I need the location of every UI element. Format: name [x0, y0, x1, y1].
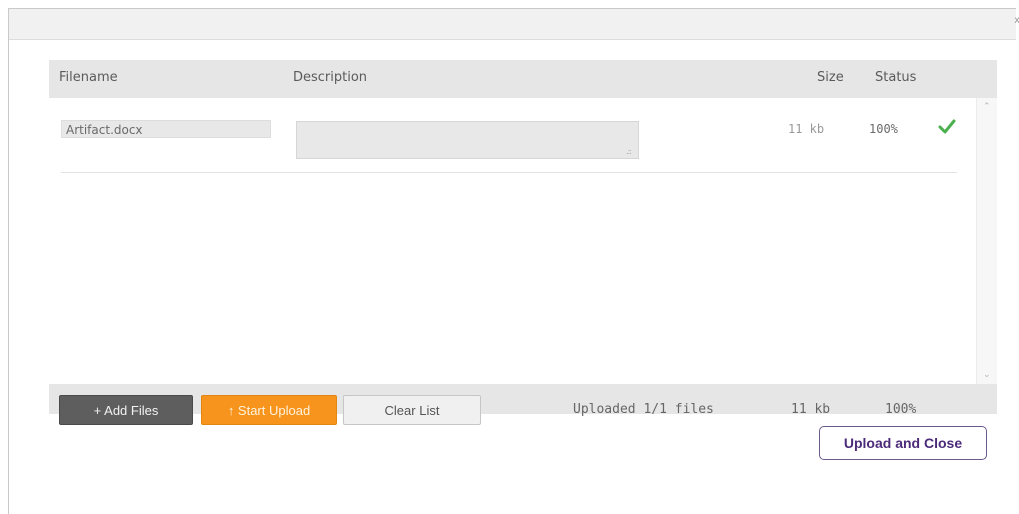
column-header-status: Status: [875, 70, 917, 85]
table-row: Artifact.docx .:: 11 kb 100%: [61, 119, 957, 173]
clear-list-button[interactable]: Clear List: [343, 395, 481, 425]
start-upload-button[interactable]: ↑ Start Upload: [201, 395, 337, 425]
scroll-up-icon[interactable]: ⌃: [983, 102, 991, 112]
total-percent: 100%: [885, 402, 917, 417]
dialog-titlebar: x: [9, 9, 1019, 40]
upload-and-close-button[interactable]: Upload and Close: [819, 426, 987, 460]
filename-field[interactable]: Artifact.docx: [61, 120, 271, 138]
total-size: 11 kb: [791, 402, 831, 417]
file-list: Artifact.docx .:: 11 kb 100% ⌃ ⌄: [49, 98, 997, 384]
close-icon[interactable]: x: [1014, 15, 1019, 26]
check-icon: [938, 119, 956, 134]
resize-grip-icon[interactable]: .::: [626, 147, 632, 156]
description-field[interactable]: [296, 121, 639, 159]
scroll-down-icon[interactable]: ⌄: [983, 370, 991, 380]
upload-dialog: x Filename Description Size Status Artif…: [8, 8, 1019, 514]
scrollbar[interactable]: ⌃ ⌄: [976, 98, 997, 384]
upload-footer: + Add Files ↑ Start Upload Clear List Up…: [49, 384, 997, 425]
file-size: 11 kb: [788, 122, 825, 136]
file-status: 100%: [869, 122, 898, 136]
column-header-size: Size: [817, 70, 844, 85]
column-header-description: Description: [293, 70, 368, 85]
add-files-button[interactable]: + Add Files: [59, 395, 193, 425]
upload-summary: Uploaded 1/1 files: [573, 402, 714, 417]
column-header-filename: Filename: [59, 70, 118, 85]
file-table-header: Filename Description Size Status: [49, 60, 997, 98]
